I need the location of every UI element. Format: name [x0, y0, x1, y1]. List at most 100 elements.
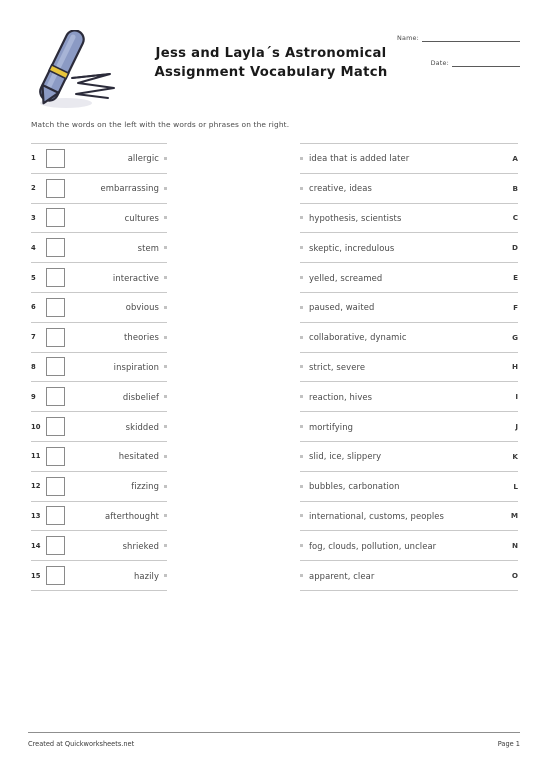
- answer-box[interactable]: [46, 566, 65, 586]
- definition-letter: L: [513, 481, 518, 491]
- definitions-column: idea that is added later Acreative, ideas…: [300, 143, 518, 591]
- word-row-number: 15: [31, 571, 41, 580]
- answer-box[interactable]: [46, 536, 65, 556]
- definition-letter: M: [510, 511, 518, 521]
- name-field-row: Name:: [370, 34, 520, 42]
- connector-dot[interactable]: [164, 514, 167, 518]
- answer-box[interactable]: [46, 327, 65, 347]
- definition-text: idea that is added later: [309, 153, 410, 164]
- vocabulary-word: hazily: [133, 570, 159, 581]
- word-row: 3 cultures: [31, 204, 167, 234]
- definition-text: reaction, hives: [309, 391, 373, 402]
- vocabulary-word: obvious: [125, 302, 159, 313]
- word-row: 6 obvious: [31, 293, 167, 323]
- answer-box[interactable]: [46, 238, 65, 258]
- word-row-number: 8: [31, 362, 36, 371]
- page-footer: Created at Quickworksheets.net Page 1: [28, 732, 520, 748]
- answer-box[interactable]: [46, 208, 65, 228]
- definition-text: yelled, screamed: [309, 272, 383, 283]
- definition-row: yelled, screamed E: [300, 263, 518, 293]
- answer-box[interactable]: [46, 476, 65, 496]
- footer-credit: Created at Quickworksheets.net: [28, 740, 135, 748]
- connector-dot[interactable]: [164, 335, 167, 339]
- answer-box[interactable]: [46, 178, 65, 198]
- word-row-number: 12: [31, 482, 41, 491]
- word-row: 8 inspiration: [31, 353, 167, 383]
- definition-row: slid, ice, slippery K: [300, 442, 518, 472]
- date-input-rule[interactable]: [452, 65, 520, 67]
- definition-text: slid, ice, slippery: [309, 451, 382, 462]
- word-row-number: 7: [31, 333, 36, 342]
- word-row-number: 5: [31, 273, 36, 282]
- definition-text: strict, severe: [309, 361, 366, 372]
- connector-dot[interactable]: [164, 365, 167, 369]
- definition-letter: J: [515, 422, 518, 432]
- vocabulary-word: inspiration: [113, 361, 159, 372]
- connector-dot[interactable]: [164, 574, 167, 578]
- definition-row: skeptic, incredulous D: [300, 233, 518, 264]
- word-row: 13 afterthought: [31, 502, 167, 532]
- definition-text: hypothesis, scientists: [309, 212, 402, 223]
- connector-dot[interactable]: [164, 276, 167, 280]
- worksheet-header: Jess and Layla´s Astronomical Assignment…: [0, 26, 548, 108]
- definition-row: fog, clouds, pollution, unclear N: [300, 531, 518, 562]
- vocabulary-word: hesitated: [118, 451, 159, 462]
- definition-letter: C: [512, 213, 518, 223]
- word-row-number: 13: [31, 511, 41, 520]
- vocabulary-word: skidded: [125, 421, 159, 432]
- answer-box[interactable]: [46, 417, 65, 437]
- word-row: 14 shrieked: [31, 531, 167, 562]
- answer-box[interactable]: [46, 506, 65, 526]
- answer-box[interactable]: [46, 297, 65, 317]
- word-row-number: 4: [31, 243, 36, 252]
- vocabulary-word: shrieked: [122, 540, 159, 551]
- page-title: Jess and Layla´s Astronomical Assignment…: [140, 44, 402, 82]
- definition-letter: D: [512, 243, 518, 253]
- connector-dot[interactable]: [164, 216, 167, 220]
- answer-box[interactable]: [46, 148, 65, 168]
- definition-letter: A: [512, 153, 518, 163]
- connector-dot[interactable]: [164, 425, 167, 429]
- definition-letter: B: [512, 183, 518, 193]
- definition-row: apparent, clear O: [300, 561, 518, 591]
- word-row-number: 3: [31, 213, 36, 222]
- connector-dot[interactable]: [164, 484, 167, 488]
- vocabulary-word: theories: [124, 332, 159, 343]
- definition-text: international, customs, peoples: [309, 510, 445, 521]
- word-row-number: 1: [31, 154, 36, 163]
- definition-text: collaborative, dynamic: [309, 332, 407, 343]
- definition-letter: I: [515, 392, 518, 402]
- definition-row: mortifying J: [300, 412, 518, 442]
- connector-dot[interactable]: [164, 305, 167, 309]
- instructions-text: Match the words on the left with the wor…: [31, 120, 290, 129]
- answer-box[interactable]: [46, 387, 65, 407]
- definition-row: collaborative, dynamic G: [300, 323, 518, 353]
- answer-box[interactable]: [46, 357, 65, 377]
- connector-dot[interactable]: [164, 186, 167, 190]
- connector-dot[interactable]: [164, 544, 167, 548]
- word-row: 12 fizzing: [31, 472, 167, 502]
- word-row-number: 14: [31, 541, 41, 550]
- word-row: 15 hazily: [31, 561, 167, 591]
- connector-dot[interactable]: [164, 246, 167, 250]
- definition-row: hypothesis, scientists C: [300, 204, 518, 234]
- vocabulary-word: disbelief: [122, 391, 159, 402]
- vocabulary-word: cultures: [124, 212, 159, 223]
- definition-row: international, customs, peoples M: [300, 502, 518, 532]
- answer-box[interactable]: [46, 446, 65, 466]
- word-row: 1 allergic: [31, 144, 167, 174]
- answer-box[interactable]: [46, 268, 65, 288]
- definition-row: paused, waited F: [300, 293, 518, 323]
- connector-dot[interactable]: [164, 454, 167, 458]
- name-label: Name:: [396, 34, 419, 42]
- fountain-pen-icon: [22, 29, 130, 116]
- title-line-1: Jess and Layla´s Astronomical: [155, 46, 387, 61]
- name-input-rule[interactable]: [422, 40, 520, 42]
- connector-dot[interactable]: [164, 156, 167, 160]
- definition-letter: H: [511, 362, 518, 372]
- word-row: 9 disbelief: [31, 382, 167, 413]
- word-row: 7 theories: [31, 323, 167, 353]
- vocabulary-word: interactive: [112, 272, 159, 283]
- connector-dot[interactable]: [164, 395, 167, 399]
- definition-letter: E: [513, 273, 518, 283]
